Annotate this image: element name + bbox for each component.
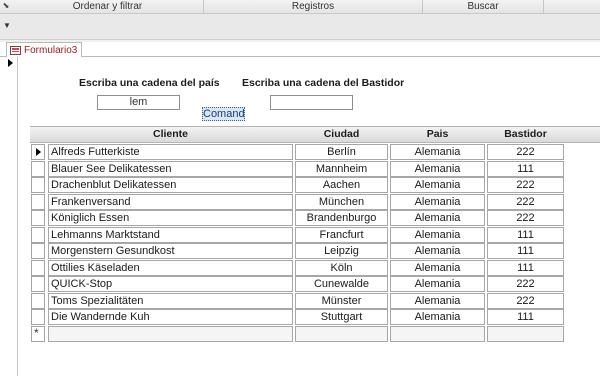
column-header-cliente[interactable]: Cliente	[48, 127, 293, 142]
cell-cliente[interactable]: Drachenblut Delikatessen	[48, 177, 293, 193]
cell-bastidor[interactable]: 222	[487, 144, 564, 160]
cell-ciudad[interactable]: Stuttgart	[295, 309, 388, 325]
cell-pais[interactable]: Alemania	[390, 243, 485, 259]
current-row-arrow-icon	[36, 148, 41, 156]
cell-pais[interactable]: Alemania	[390, 194, 485, 210]
cell-cliente[interactable]: Frankenversand	[48, 194, 293, 210]
cell-ciudad[interactable]: Mannheim	[295, 161, 388, 177]
dialog-launcher-icon[interactable]: ⬊	[1, 1, 11, 11]
form-icon	[10, 45, 21, 55]
document-tab-strip: Formulario3	[0, 42, 600, 57]
cell-bastidor[interactable]: 111	[487, 309, 564, 325]
row-selector[interactable]	[31, 161, 45, 177]
cell-cliente[interactable]: Ottilies Käseladen	[48, 260, 293, 276]
cell-bastidor[interactable]: 222	[487, 194, 564, 210]
row-selector[interactable]	[31, 243, 45, 259]
cell-ciudad[interactable]: Leipzig	[295, 243, 388, 259]
cell-cliente[interactable]: Blauer See Delikatessen	[48, 161, 293, 177]
tab-formulario3[interactable]: Formulario3	[6, 42, 82, 57]
cell-pais[interactable]: Alemania	[390, 260, 485, 276]
row-selector[interactable]	[31, 260, 45, 276]
cell-pais[interactable]: Alemania	[390, 293, 485, 309]
cell-bastidor[interactable]: 222	[487, 210, 564, 226]
cell-pais[interactable]: Alemania	[390, 227, 485, 243]
pais-label: Escriba una cadena del país	[79, 77, 220, 89]
cell-ciudad[interactable]: Münster	[295, 293, 388, 309]
cell-pais[interactable]: Alemania	[390, 177, 485, 193]
cell-bastidor[interactable]: 222	[487, 293, 564, 309]
bastidor-input[interactable]	[270, 95, 353, 110]
form-record-selector[interactable]	[6, 57, 18, 376]
cell-ciudad[interactable]: Aachen	[295, 177, 388, 193]
row-selector[interactable]	[31, 210, 45, 226]
cell-ciudad[interactable]: München	[295, 194, 388, 210]
row-selector[interactable]	[31, 293, 45, 309]
cell-cliente[interactable]: Toms Spezialitäten	[48, 293, 293, 309]
cell-bastidor[interactable]: 111	[487, 260, 564, 276]
row-selector[interactable]	[31, 177, 45, 193]
pais-input[interactable]: lem	[97, 95, 180, 110]
cell-cliente[interactable]: Lehmanns Marktstand	[48, 227, 293, 243]
cell-cliente[interactable]: Königlich Essen	[48, 210, 293, 226]
ribbon-group-sort-filter: Ordenar y filtrar	[12, 0, 204, 13]
cell-pais[interactable]: Alemania	[390, 309, 485, 325]
cell-pais[interactable]: Alemania	[390, 144, 485, 160]
cell-bastidor[interactable]: 222	[487, 177, 564, 193]
row-selector[interactable]	[31, 276, 45, 292]
new-cell-bastidor[interactable]	[487, 326, 564, 342]
cell-cliente[interactable]: Die Wandernde Kuh	[48, 309, 293, 325]
new-record-icon: *	[34, 326, 39, 340]
cell-ciudad[interactable]: Brandenburgo	[295, 210, 388, 226]
cell-ciudad[interactable]: Francfurt	[295, 227, 388, 243]
ribbon-group-records: Registros	[204, 0, 423, 13]
cell-pais[interactable]: Alemania	[390, 210, 485, 226]
row-selector[interactable]	[31, 194, 45, 210]
cell-cliente[interactable]: Alfreds Futterkiste	[48, 144, 293, 160]
cell-cliente[interactable]: Morgenstern Gesundkost	[48, 243, 293, 259]
cell-bastidor[interactable]: 111	[487, 243, 564, 259]
cell-pais[interactable]: Alemania	[390, 276, 485, 292]
new-cell-cliente[interactable]	[48, 326, 293, 342]
ribbon-group-find: Buscar	[423, 0, 544, 13]
column-header-bastidor[interactable]: Bastidor	[487, 127, 564, 142]
row-selector[interactable]	[31, 309, 45, 325]
new-cell-pais[interactable]	[390, 326, 485, 342]
cell-bastidor[interactable]: 111	[487, 161, 564, 177]
cell-cliente[interactable]: QUICK-Stop	[48, 276, 293, 292]
current-record-arrow-icon	[8, 59, 13, 67]
ribbon-group-labels: ⬊ Ordenar y filtrar Registros Buscar	[0, 0, 600, 14]
cell-ciudad[interactable]: Cunewalde	[295, 276, 388, 292]
bastidor-label: Escriba una cadena del Bastidor	[242, 77, 405, 89]
new-record-selector[interactable]: *	[31, 326, 45, 342]
command-button[interactable]: Comand	[202, 107, 245, 121]
new-cell-ciudad[interactable]	[295, 326, 388, 342]
row-selector[interactable]	[31, 144, 45, 160]
tab-label: Formulario3	[24, 44, 78, 56]
quick-access-bar: ▼	[0, 14, 600, 40]
row-selector[interactable]	[31, 227, 45, 243]
cell-bastidor[interactable]: 111	[487, 227, 564, 243]
customize-dropdown-icon[interactable]: ▼	[3, 21, 11, 30]
cell-pais[interactable]: Alemania	[390, 161, 485, 177]
cell-bastidor[interactable]: 222	[487, 276, 564, 292]
cell-ciudad[interactable]: Köln	[295, 260, 388, 276]
column-header-ciudad[interactable]: Ciudad	[295, 127, 388, 142]
column-header-pais[interactable]: Pais	[390, 127, 485, 142]
cell-ciudad[interactable]: Berlín	[295, 144, 388, 160]
